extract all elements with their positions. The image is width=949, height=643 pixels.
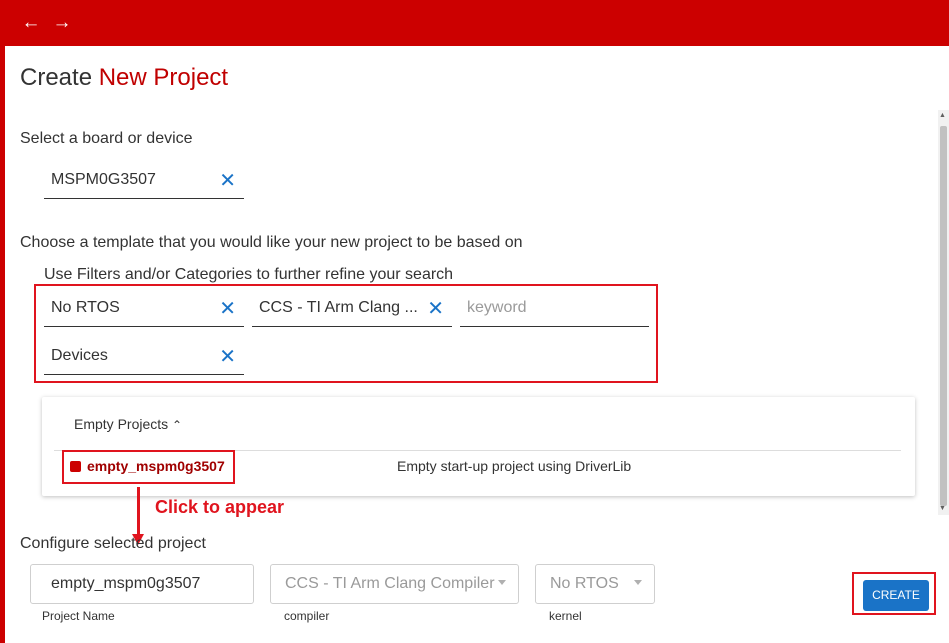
kernel-select-value: No RTOS xyxy=(550,575,619,592)
scrollbar-thumb[interactable] xyxy=(940,126,947,506)
category-label: Empty Projects xyxy=(74,416,169,432)
forward-arrow-icon[interactable]: → xyxy=(51,12,73,34)
filters-hint: Use Filters and/or Categories to further… xyxy=(44,266,454,283)
empty-projects-category[interactable]: Empty Projects ⌃ xyxy=(74,416,182,432)
template-section-label: Choose a template that you would like yo… xyxy=(20,234,523,251)
page-title-accent: New Project xyxy=(98,64,229,91)
rtos-filter-value: No RTOS xyxy=(51,299,120,316)
scroll-down-icon[interactable]: ▼ xyxy=(939,505,946,513)
kernel-dropdown-icon xyxy=(634,580,642,585)
template-item-description: Empty start-up project using DriverLib xyxy=(397,458,632,474)
category-filter-value: Devices xyxy=(51,347,108,364)
keyword-input[interactable]: keyword xyxy=(460,291,649,327)
annotation-arrow-line xyxy=(137,487,140,535)
board-section-label: Select a board or device xyxy=(20,130,193,147)
rtos-filter-field[interactable]: No RTOS ✕ xyxy=(44,291,244,327)
keyword-placeholder: keyword xyxy=(467,299,527,316)
compiler-filter-clear-icon[interactable]: ✕ xyxy=(427,297,444,321)
board-device-value: MSPM0G3507 xyxy=(51,171,156,188)
project-name-input[interactable]: empty_mspm0g3507 xyxy=(30,564,254,604)
annotation-text: Click to appear xyxy=(155,497,285,517)
create-button[interactable]: CREATE xyxy=(863,580,929,611)
category-filter-clear-icon[interactable]: ✕ xyxy=(219,345,236,369)
board-device-field[interactable]: MSPM0G3507 ✕ xyxy=(44,163,244,199)
category-filter-field[interactable]: Devices ✕ xyxy=(44,339,244,375)
kernel-label: kernel xyxy=(549,609,582,623)
project-name-value: empty_mspm0g3507 xyxy=(51,575,201,592)
top-bar: ← → xyxy=(0,0,949,46)
page-title: Create New Project xyxy=(20,64,228,92)
back-arrow-icon[interactable]: ← xyxy=(20,12,42,34)
configure-section-label: Configure selected project xyxy=(20,535,206,552)
compiler-filter-value: CCS - TI Arm Clang ... xyxy=(259,299,418,316)
collapse-chevron-icon[interactable]: ⌃ xyxy=(172,418,182,432)
page-title-prefix: Create xyxy=(20,64,93,91)
template-highlight-box xyxy=(62,450,235,484)
compiler-filter-field[interactable]: CCS - TI Arm Clang ... ✕ xyxy=(252,291,452,327)
project-name-label: Project Name xyxy=(42,609,115,623)
kernel-select[interactable]: No RTOS xyxy=(535,564,655,604)
board-clear-icon[interactable]: ✕ xyxy=(219,169,236,193)
compiler-select[interactable]: CCS - TI Arm Clang Compiler xyxy=(270,564,519,604)
left-border xyxy=(0,46,5,643)
compiler-dropdown-icon xyxy=(498,580,506,585)
rtos-filter-clear-icon[interactable]: ✕ xyxy=(219,297,236,321)
scroll-up-icon[interactable]: ▲ xyxy=(939,112,946,120)
compiler-label: compiler xyxy=(284,609,330,623)
vertical-scrollbar[interactable]: ▲ ▼ xyxy=(938,110,949,515)
compiler-select-value: CCS - TI Arm Clang Compiler xyxy=(285,575,495,592)
